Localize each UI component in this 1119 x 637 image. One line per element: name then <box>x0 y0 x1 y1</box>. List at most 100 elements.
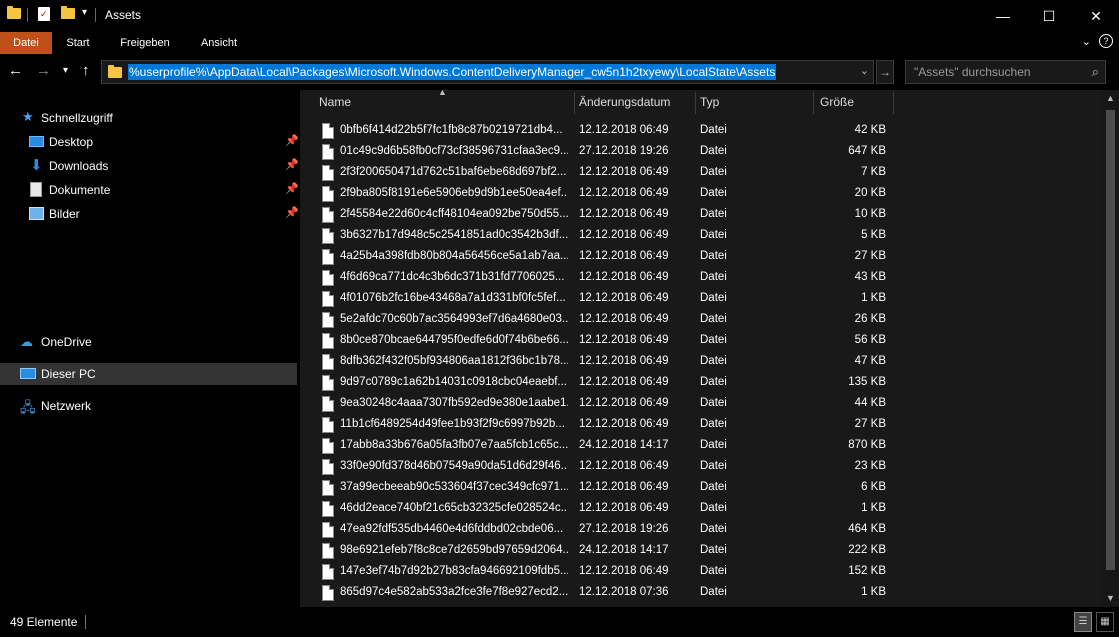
column-divider[interactable] <box>695 92 696 114</box>
column-header-type[interactable]: Typ <box>700 90 810 115</box>
sidebar-item-this-pc[interactable]: Dieser PC <box>0 363 297 385</box>
column-headers: ▲ Name Änderungsdatum Typ Größe <box>300 90 1102 115</box>
table-row[interactable]: 2f3f200650471d762c51baf6ebe68d697bf2... 1… <box>300 163 1102 184</box>
folder-icon[interactable] <box>7 6 21 19</box>
table-row[interactable]: 9ea30248c4aaa7307fb592ed9e380e1aabe1... 1… <box>300 394 1102 415</box>
table-row[interactable]: 2f45584e22d60c4cff48104ea092be750d55... 1… <box>300 205 1102 226</box>
expand-ribbon-icon[interactable]: ⌄ <box>1082 35 1091 48</box>
file-name: 9ea30248c4aaa7307fb592ed9e380e1aabe1... <box>340 397 568 409</box>
scrollbar-thumb[interactable] <box>1106 110 1115 570</box>
customize-quick-access-icon[interactable]: ▾ <box>82 7 87 18</box>
go-arrow-icon[interactable]: → <box>876 60 894 84</box>
close-button[interactable]: ✕ <box>1073 0 1119 32</box>
table-row[interactable]: 17abb8a33b676a05fa3fb07e7aa5fcb1c65c... 2… <box>300 436 1102 457</box>
file-type: Datei <box>700 313 727 325</box>
file-icon <box>322 543 334 559</box>
table-row[interactable]: 11b1cf6489254d49fee1b93f2f9c6997b92b... 1… <box>300 415 1102 436</box>
large-icons-view-icon[interactable]: ▦ <box>1096 612 1114 632</box>
column-divider[interactable] <box>893 92 894 114</box>
pin-icon[interactable]: 📌 <box>285 206 299 219</box>
table-row[interactable]: 3b6327b17d948c5c2541851ad0c3542b3df... 12… <box>300 226 1102 247</box>
table-row[interactable]: 865d97c4e582ab533a2fce3fe7f8e927ecd2... 1… <box>300 583 1102 604</box>
table-row[interactable]: 01c49c9d6b58fb0cf73cf38596731cfaa3ec9...… <box>300 142 1102 163</box>
details-view-icon[interactable]: ☰ <box>1074 612 1092 632</box>
file-name: 11b1cf6489254d49fee1b93f2f9c6997b92b... <box>340 418 565 430</box>
help-icon[interactable]: ? <box>1099 34 1113 48</box>
sidebar-item-quick-access[interactable]: ★ Schnellzugriff <box>0 107 297 129</box>
file-name: 01c49c9d6b58fb0cf73cf38596731cfaa3ec9... <box>340 145 568 157</box>
forward-arrow-icon[interactable]: → <box>36 62 51 79</box>
file-size: 10 KB <box>854 208 886 220</box>
file-size: 1 KB <box>861 292 886 304</box>
properties-icon[interactable]: ✓ <box>38 7 50 21</box>
column-divider[interactable] <box>574 92 575 114</box>
sidebar-item-network[interactable]: 🖧 Netzwerk <box>0 395 297 417</box>
table-row[interactable]: 33f0e90fd378d46b07549a90da51d6d29f46... 1… <box>300 457 1102 478</box>
tab-ansicht[interactable]: Ansicht <box>190 32 248 54</box>
table-row[interactable]: 8dfb362f432f05bf934806aa1812f36bc1b78...… <box>300 352 1102 373</box>
up-arrow-icon[interactable]: ↑ <box>82 62 90 79</box>
file-name: 9d97c0789c1a62b14031c0918cbc04eaebf... <box>340 376 568 388</box>
pin-icon[interactable]: 📌 <box>285 158 299 171</box>
file-name: 4a25b4a398fdb80b804a56456ce5a1ab7aa... <box>340 250 568 262</box>
table-row[interactable]: 5e2afdc70c60b7ac3564993ef7d6a4680e03... 1… <box>300 310 1102 331</box>
file-date: 12.12.2018 07:36 <box>579 586 669 598</box>
table-row[interactable]: 4a25b4a398fdb80b804a56456ce5a1ab7aa... 12… <box>300 247 1102 268</box>
recent-locations-icon[interactable]: ▾ <box>63 65 68 76</box>
table-row[interactable]: 46dd2eace740bf21c65cb32325cfe028524c... 1… <box>300 499 1102 520</box>
vertical-scrollbar[interactable]: ▲ ▼ <box>1102 90 1119 607</box>
table-row[interactable]: 4f01076b2fc16be43468a7a1d331bf0fc5fef...… <box>300 289 1102 310</box>
window-title: Assets <box>105 8 142 22</box>
column-header-size[interactable]: Größe <box>820 90 890 115</box>
tab-datei[interactable]: Datei <box>0 32 52 54</box>
divider <box>95 8 96 22</box>
file-icon <box>322 459 334 475</box>
search-box[interactable]: ⌕ <box>905 60 1106 84</box>
pin-icon[interactable]: 📌 <box>285 182 299 195</box>
address-bar[interactable]: %userprofile%\AppData\Local\Packages\Mic… <box>101 60 874 84</box>
file-type: Datei <box>700 502 727 514</box>
sidebar-item-downloads[interactable]: ⬇ Downloads 📌 <box>0 155 299 177</box>
search-icon[interactable]: ⌕ <box>1092 64 1099 80</box>
sidebar-item-pictures[interactable]: Bilder 📌 <box>0 203 299 225</box>
scroll-down-icon[interactable]: ▼ <box>1102 590 1119 607</box>
table-row[interactable]: 8b0ce870bcae644795f0edfe6d0f74b6be66... 1… <box>300 331 1102 352</box>
table-row[interactable]: 9d97c0789c1a62b14031c0918cbc04eaebf... 12… <box>300 373 1102 394</box>
sidebar-item-label: Desktop <box>49 135 94 149</box>
tab-freigeben[interactable]: Freigeben <box>111 32 179 54</box>
scroll-up-icon[interactable]: ▲ <box>1102 90 1119 107</box>
column-divider[interactable] <box>813 92 814 114</box>
new-folder-icon[interactable] <box>61 6 75 19</box>
table-row[interactable]: 37a99ecbeeab90c533604f37cec349cfc971... 1… <box>300 478 1102 499</box>
minimize-button[interactable]: — <box>980 0 1026 32</box>
download-arrow-icon: ⬇ <box>30 157 43 174</box>
file-date: 12.12.2018 06:49 <box>579 565 669 577</box>
file-type: Datei <box>700 166 727 178</box>
file-list: ▲ Name Änderungsdatum Typ Größe 0bfb6f41… <box>300 90 1102 607</box>
maximize-button[interactable]: ☐ <box>1026 0 1072 32</box>
column-header-name[interactable]: Name <box>319 90 569 115</box>
sidebar-item-onedrive[interactable]: ☁ OneDrive <box>0 331 297 353</box>
table-row[interactable]: 0bfb6f414d22b5f7fc1fb8c87b0219721db4... 1… <box>300 121 1102 142</box>
file-name: 8dfb362f432f05bf934806aa1812f36bc1b78... <box>340 355 568 367</box>
table-row[interactable]: 2f9ba805f8191e6e5906eb9d9b1ee50ea4ef... 1… <box>300 184 1102 205</box>
table-row[interactable]: 98e6921efeb7f8c8ce7d2659bd97659d2064... 2… <box>300 541 1102 562</box>
pin-icon[interactable]: 📌 <box>285 134 299 147</box>
table-row[interactable]: 4f6d69ca771dc4c3b6dc371b31fd7706025... 12… <box>300 268 1102 289</box>
file-date: 12.12.2018 06:49 <box>579 292 669 304</box>
tab-start[interactable]: Start <box>57 32 99 54</box>
address-path[interactable]: %userprofile%\AppData\Local\Packages\Mic… <box>128 64 777 80</box>
column-header-date[interactable]: Änderungsdatum <box>579 90 694 115</box>
file-size: 56 KB <box>854 334 886 346</box>
table-row[interactable]: 147e3ef74b7d92b27b83cfa946692109fdb5... 1… <box>300 562 1102 583</box>
table-row[interactable]: 47ea92fdf535db4460e4d6fddbd02cbde06... 27… <box>300 520 1102 541</box>
file-type: Datei <box>700 481 727 493</box>
sidebar-item-desktop[interactable]: Desktop 📌 <box>0 131 299 153</box>
back-arrow-icon[interactable]: ← <box>8 62 23 79</box>
file-icon <box>322 312 334 328</box>
file-date: 12.12.2018 06:49 <box>579 334 669 346</box>
sidebar-item-documents[interactable]: Dokumente 📌 <box>0 179 299 201</box>
chevron-down-icon[interactable]: ⌄ <box>860 64 869 77</box>
search-input[interactable] <box>906 61 1086 83</box>
file-date: 12.12.2018 06:49 <box>579 397 669 409</box>
